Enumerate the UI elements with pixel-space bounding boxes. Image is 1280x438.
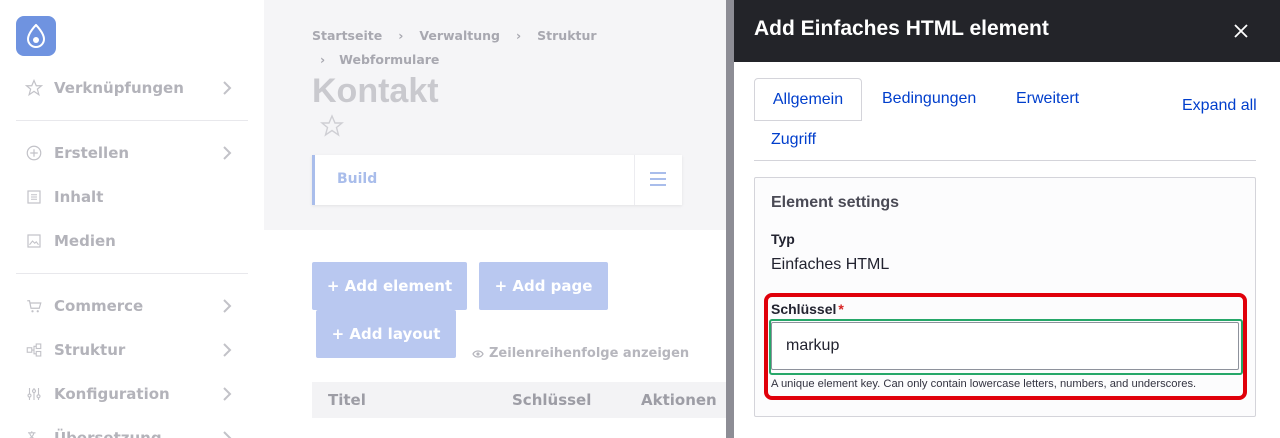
translate-icon (24, 428, 44, 438)
breadcrumb-separator: › (516, 28, 522, 43)
type-value: Einfaches HTML (771, 256, 890, 273)
breadcrumb-item[interactable]: Webformulare (339, 52, 439, 67)
tab-erweitert[interactable]: Erweitert (1016, 90, 1079, 108)
image-icon (24, 231, 44, 251)
build-tab-bar: Build (312, 155, 682, 205)
required-marker: * (838, 301, 844, 317)
sidebar-item-commerce[interactable]: Commerce (24, 291, 240, 321)
sidebar-divider (16, 273, 248, 274)
sidebar-item-konfiguration[interactable]: Konfiguration (24, 379, 240, 409)
add-page-button[interactable]: + Add page (479, 262, 608, 310)
eye-icon (472, 349, 484, 358)
page-title: Kontakt (312, 72, 439, 110)
drop-icon (26, 24, 46, 48)
sidebar-divider (16, 120, 248, 121)
divider (634, 155, 635, 205)
sidebar-item-erstellen[interactable]: Erstellen (24, 138, 240, 168)
main-content: Startseite › Verwaltung › Struktur › Webformu… (264, 0, 726, 438)
sidebar-item-label: Übersetzung (54, 429, 162, 438)
overlay-edge (726, 0, 734, 438)
chevron-right-icon (223, 299, 232, 313)
add-element-button[interactable]: + Add element (312, 262, 467, 310)
column-header-aktionen: Aktionen (641, 391, 717, 409)
tabs-divider (754, 160, 1256, 161)
favorite-star-icon[interactable] (320, 114, 344, 138)
sidebar-item-label: Medien (54, 232, 116, 250)
cart-icon (24, 296, 44, 316)
key-help-text: A unique element key. Can only contain l… (771, 378, 1197, 390)
plus-circle-icon (24, 143, 44, 163)
sidebar-item-label: Commerce (54, 297, 144, 315)
column-header-titel: Titel (328, 391, 366, 409)
add-element-dialog: Add Einfaches HTML element Allgemein Bed… (734, 0, 1280, 438)
fieldset-title: Element settings (771, 194, 900, 211)
breadcrumb-item[interactable]: Verwaltung (419, 28, 500, 43)
tab-allgemein[interactable]: Allgemein (754, 78, 862, 121)
structure-icon (24, 340, 44, 360)
sidebar-item-medien[interactable]: Medien (24, 226, 240, 256)
sidebar-item-label: Inhalt (54, 188, 104, 206)
drupal-logo[interactable] (16, 16, 56, 56)
chevron-right-icon (223, 343, 232, 357)
sidebar-item-verknuepfungen[interactable]: Verknüpfungen (24, 73, 240, 103)
show-row-order-label: Zeilenreihenfolge anzeigen (489, 346, 690, 361)
element-settings-fieldset: Element settings Typ Einfaches HTML Schl… (754, 177, 1256, 417)
chevron-right-icon (223, 431, 232, 438)
sidebar-item-label: Konfiguration (54, 385, 170, 403)
breadcrumb-separator: › (320, 52, 326, 67)
sidebar-item-label: Struktur (54, 341, 126, 359)
add-layout-button[interactable]: + Add layout (316, 310, 456, 358)
tab-build[interactable]: Build (337, 171, 377, 187)
column-header-schluessel: Schlüssel (512, 391, 592, 409)
show-row-order-link[interactable]: Zeilenreihenfolge anzeigen (472, 346, 689, 361)
chevron-right-icon (223, 146, 232, 160)
sidebar-item-label: Verknüpfungen (54, 79, 184, 97)
chevron-right-icon (223, 387, 232, 401)
key-label: Schlüssel * (771, 301, 844, 317)
sidebar-item-inhalt[interactable]: Inhalt (24, 182, 240, 212)
type-label: Typ (771, 231, 795, 247)
sidebar-item-uebersetzung[interactable]: Übersetzung (24, 423, 240, 438)
tab-bedingungen[interactable]: Bedingungen (882, 90, 976, 108)
breadcrumb-separator: › (398, 28, 404, 43)
star-icon (24, 78, 44, 98)
hamburger-menu-icon[interactable] (650, 172, 666, 186)
sidebar-item-label: Erstellen (54, 144, 130, 162)
admin-sidebar: Verknüpfungen Erstellen Inhalt Medien Co… (0, 0, 264, 438)
expand-all-link[interactable]: Expand all (1182, 97, 1257, 115)
chevron-right-icon (223, 81, 232, 95)
table-header: Titel Schlüssel Aktionen (312, 382, 726, 418)
tab-zugriff[interactable]: Zugriff (771, 131, 816, 149)
dialog-title: Add Einfaches HTML element (754, 17, 1049, 40)
dialog-header: Add Einfaches HTML element (734, 0, 1280, 62)
breadcrumb: Startseite › Verwaltung › Struktur (312, 28, 597, 43)
sliders-icon (24, 384, 44, 404)
sidebar-item-struktur[interactable]: Struktur (24, 335, 240, 365)
breadcrumb-line-2: › Webformulare (320, 52, 439, 67)
key-input[interactable] (771, 322, 1239, 370)
key-label-text: Schlüssel (771, 301, 837, 317)
close-icon[interactable] (1232, 22, 1250, 40)
document-icon (24, 187, 44, 207)
breadcrumb-item[interactable]: Startseite (312, 28, 382, 43)
breadcrumb-item[interactable]: Struktur (537, 28, 596, 43)
